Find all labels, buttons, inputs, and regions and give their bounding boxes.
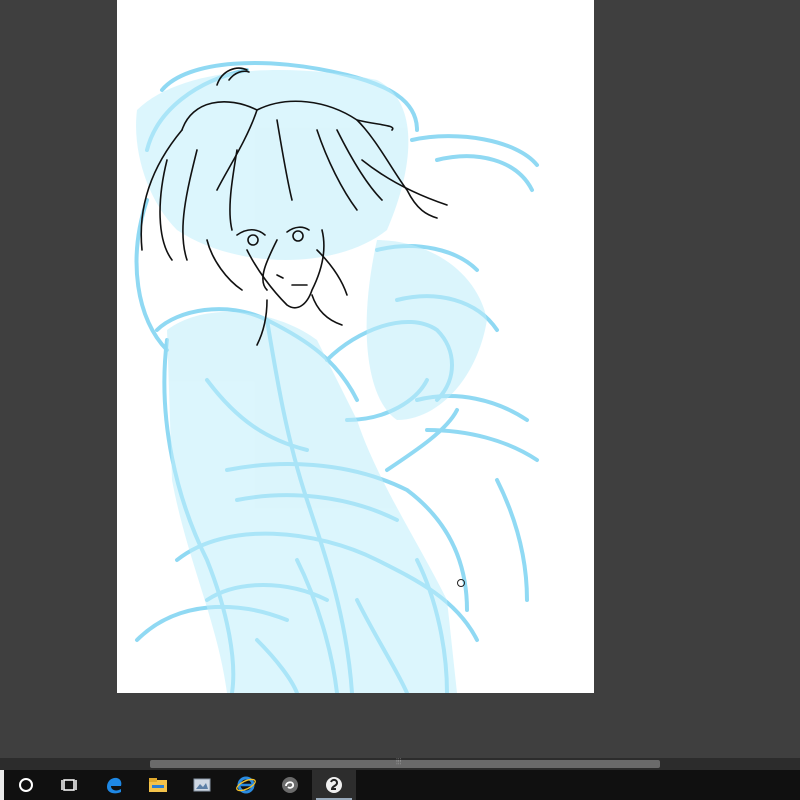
horizontal-scrollbar[interactable]: ⦙⦙⦙ <box>0 758 800 770</box>
task-view-icon <box>61 779 77 791</box>
drawing-canvas[interactable] <box>117 0 594 693</box>
internet-explorer-button[interactable] <box>224 770 268 800</box>
file-explorer-button[interactable] <box>136 770 180 800</box>
cortana-search-icon <box>19 778 33 792</box>
task-view-button[interactable] <box>48 770 92 800</box>
canvas-workspace[interactable] <box>0 0 800 758</box>
scrollbar-grip-icon: ⦙⦙⦙ <box>396 757 402 766</box>
sketch-artwork <box>134 61 539 693</box>
clip-studio-paint-icon <box>326 777 342 793</box>
edge-browser-button[interactable] <box>92 770 136 800</box>
internet-explorer-icon <box>236 776 256 794</box>
windows-taskbar <box>0 770 800 800</box>
file-explorer-icon <box>149 778 167 792</box>
brush-cursor <box>457 579 465 587</box>
photos-app-icon <box>193 778 211 792</box>
scrollbar-thumb[interactable]: ⦙⦙⦙ <box>150 757 660 768</box>
photos-app-button[interactable] <box>180 770 224 800</box>
snipping-swirl-app-button[interactable] <box>268 770 312 800</box>
snipping-swirl-app-icon <box>282 777 298 793</box>
edge-browser-icon <box>107 777 122 794</box>
rough-fill-layer <box>136 70 487 693</box>
clip-studio-paint-button[interactable] <box>312 770 356 800</box>
cortana-search-button[interactable] <box>4 770 48 800</box>
